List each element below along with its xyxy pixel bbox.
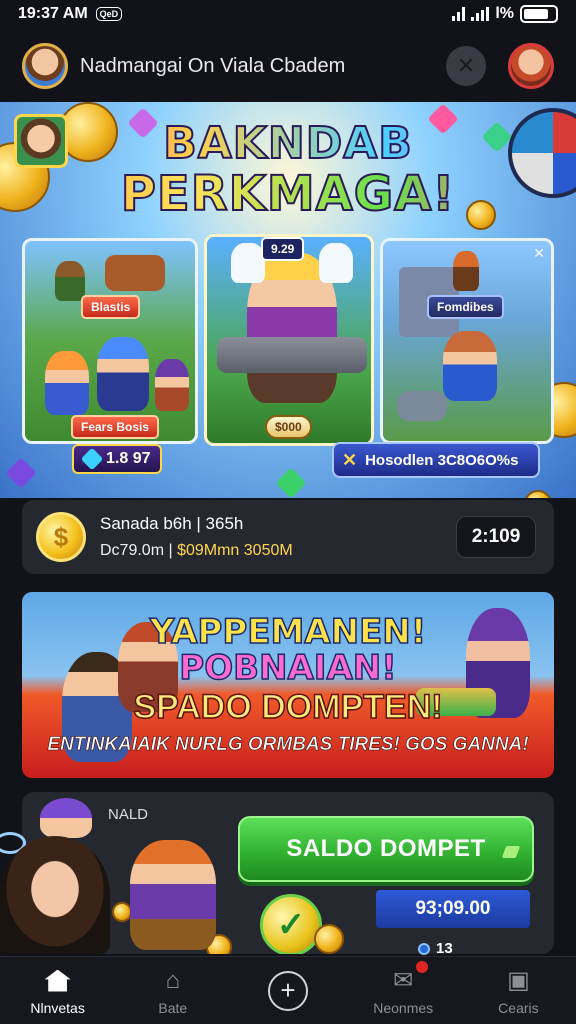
check-coin-icon: ✓ — [260, 894, 322, 954]
warrior-figure — [130, 840, 216, 950]
count-indicator: 13 — [418, 940, 453, 957]
rock-figure — [397, 391, 447, 421]
battery-icon — [520, 5, 558, 23]
wallet-title: Sanada b6h | 365h — [100, 514, 244, 533]
price-value: 1.8 97 — [106, 450, 151, 467]
wallet-detail-highlight: $09Mmn 3050M — [177, 542, 293, 559]
clock: 19:37 AM — [18, 5, 88, 22]
game-card-right[interactable]: Fomdibes ✕ — [380, 238, 554, 444]
card-left-tag: Blastis — [81, 295, 141, 319]
close-icon[interactable]: ✕ — [533, 245, 545, 262]
status-bar: 19:37 AM QeD l% — [0, 0, 576, 28]
nav-label: Nlnvetas — [30, 999, 85, 1016]
plus-icon: + — [268, 970, 308, 1011]
header-title: Nadmangai On Viala Cbadem — [80, 54, 346, 77]
price-badge[interactable]: 1.8 97 — [72, 444, 163, 474]
status-right: l% — [452, 5, 558, 23]
gem-icon — [5, 457, 37, 489]
cannon-figure — [217, 337, 367, 373]
nav-item-notifications[interactable]: ✉ Neonmes — [346, 957, 461, 1024]
app-header: Nadmangai On Viala Cbadem ✕ — [0, 36, 576, 96]
hero-banner[interactable]: BAKNDAB PERKMAGA! Blastis Fears Bosis 9.… — [0, 102, 576, 498]
hero-title-line2: PERKMAGA! — [0, 165, 576, 223]
check-icon — [501, 846, 521, 858]
wallet-text: Sanada b6h | 365h Dc79.0m | $09Mmn 3050M — [100, 514, 456, 560]
coin-icon: $ — [36, 512, 86, 562]
game-card-featured[interactable]: 9.29 $000 — [204, 234, 374, 446]
cart-icon: ▣ — [507, 967, 530, 994]
hero-title-line1: BAKNDAB — [0, 117, 576, 170]
wifi-signal-icon — [452, 7, 466, 21]
wallet-detail: Dc79.0m | $09Mmn 3050M — [100, 542, 456, 560]
coin-icon — [524, 490, 552, 498]
balance-box: 93;09.00 — [376, 890, 530, 928]
notification-chip-icon: QeD — [95, 7, 123, 21]
notification-badge — [413, 959, 430, 975]
character-figure — [453, 251, 479, 291]
wing-figure — [319, 243, 353, 283]
nav-label: Cearis — [498, 999, 539, 1016]
user-avatar[interactable] — [22, 43, 68, 89]
coin-icon — [112, 902, 132, 922]
character-figure — [155, 359, 189, 411]
lightning-icon: ✕ — [342, 449, 358, 470]
nav-item-shop[interactable]: ⌂ Bate — [115, 957, 230, 1024]
card-left-footer: Fears Bosis — [71, 415, 160, 439]
character-figure — [45, 351, 89, 415]
close-icon[interactable]: ✕ — [446, 46, 486, 86]
bottom-nav: Nlnvetas ⌂ Bate + ✉ Neonmes ▣ Cearis — [0, 956, 576, 1024]
character-figure — [97, 337, 149, 411]
saldo-dompet-button[interactable]: SALDO DOMPET — [238, 816, 534, 882]
character-head — [40, 798, 92, 838]
card-mid-tag: 9.29 — [261, 237, 305, 261]
banner-subtitle: ENTINKAIAIK NURLG ORMBAS TIRES! GOS GANN… — [47, 734, 529, 756]
promo-badge[interactable]: ✕ Hosodlen 3C8O6O%s — [332, 442, 540, 478]
bottom-label: NALD — [108, 806, 149, 823]
character-figure — [443, 331, 497, 401]
status-left: 19:37 AM QeD — [18, 5, 123, 23]
nav-item-cart[interactable]: ▣ Cearis — [461, 957, 576, 1024]
home-icon — [43, 966, 73, 996]
shop-icon: ⌂ — [165, 966, 181, 994]
banner-title-line2: POBNAIAN! — [179, 647, 398, 689]
saldo-button-label: SALDO DOMPET — [286, 835, 486, 862]
nav-item-add[interactable]: + — [230, 957, 345, 1024]
profile-avatar[interactable] — [508, 43, 554, 89]
dot-icon — [418, 942, 430, 955]
promo-banner[interactable]: YAPPEMANEN! POBNAIAN! SPADO DOMPTEN! ENT… — [22, 592, 554, 778]
nav-label: Neonmes — [373, 999, 434, 1016]
wing-figure — [231, 243, 265, 283]
wallet-detail-prefix: Dc79.0m | — [100, 542, 178, 559]
promo-value: Hosodlen 3C8O6O%s — [365, 451, 519, 469]
cell-signal-icon — [471, 7, 490, 21]
gem-icon — [275, 467, 307, 498]
vehicle-figure — [105, 255, 165, 291]
game-card-left[interactable]: Blastis Fears Bosis — [22, 238, 198, 444]
count-value: 13 — [436, 940, 453, 957]
nav-item-home[interactable]: Nlnvetas — [0, 957, 115, 1024]
portrait-figure — [0, 836, 110, 954]
gem-icon — [80, 447, 104, 471]
signal-text: l% — [495, 5, 514, 22]
banner-cta: SPADO DOMPTEN! — [133, 687, 444, 727]
nav-label: Bate — [158, 999, 188, 1016]
character-figure — [55, 261, 85, 301]
wallet-card[interactable]: $ Sanada b6h | 365h Dc79.0m | $09Mmn 305… — [22, 500, 554, 574]
card-mid-footer: $000 — [265, 415, 312, 439]
banner-title-line1: YAPPEMANEN! — [149, 611, 427, 653]
timer-button[interactable]: 2:109 — [456, 516, 536, 558]
coin-icon — [314, 924, 344, 954]
card-right-tag: Fomdibes — [427, 295, 504, 319]
